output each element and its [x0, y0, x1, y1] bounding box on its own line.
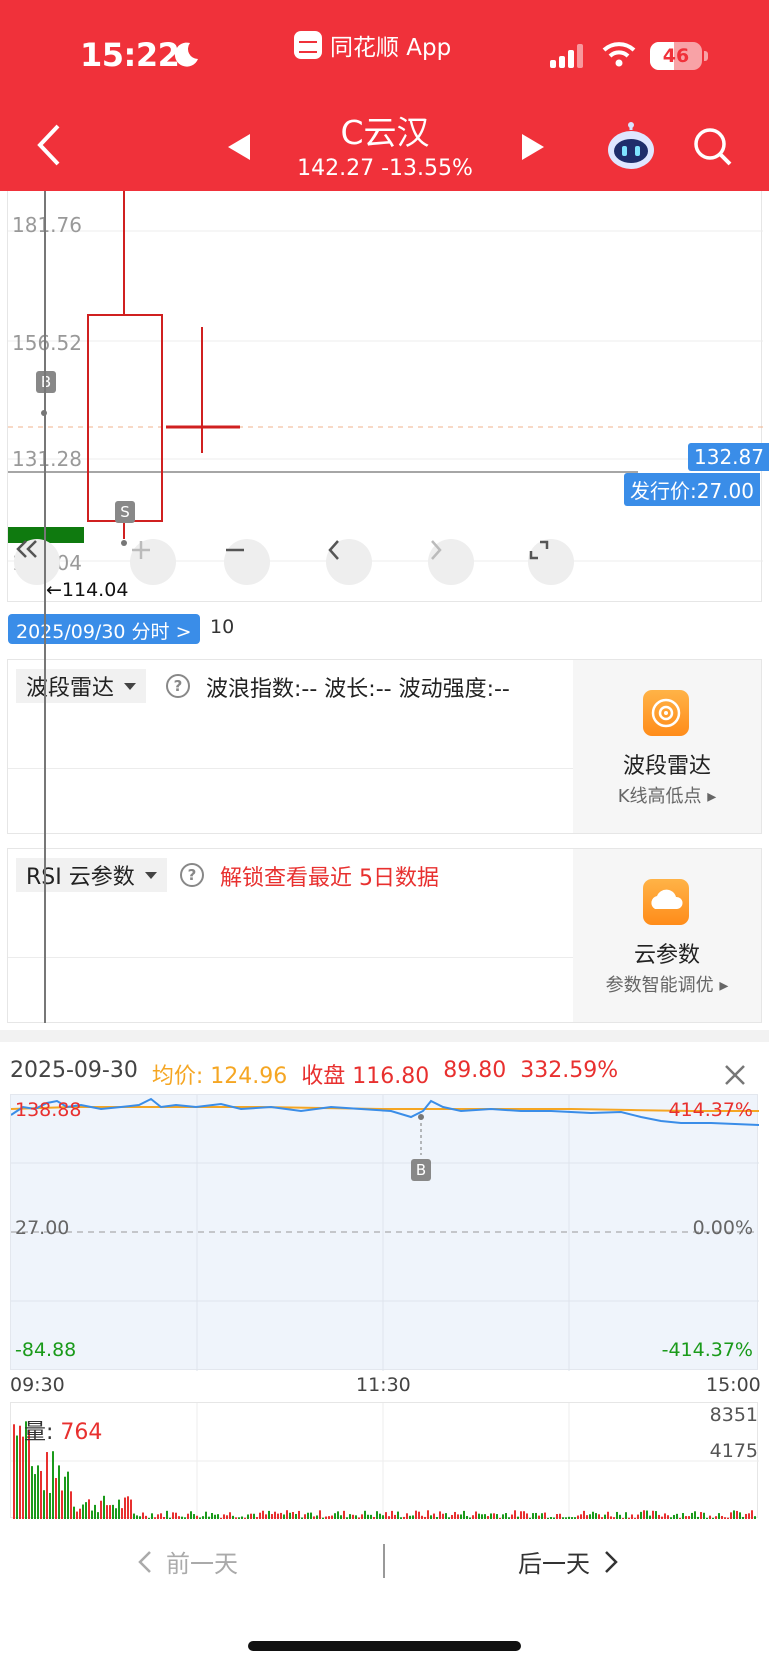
- back-button[interactable]: [30, 122, 70, 168]
- volume-max: 8351: [709, 1404, 758, 1426]
- zoom-in-button[interactable]: [130, 539, 176, 585]
- intraday-chart[interactable]: B 138.88 414.37% 27.00 0.00% -84.88 -414…: [10, 1094, 760, 1371]
- chevron-right-icon: [605, 1550, 618, 1573]
- wifi-icon: [602, 42, 636, 67]
- app-indicator[interactable]: 同花顺 App: [294, 28, 451, 62]
- status-time: 15:22: [80, 36, 180, 74]
- wave-radar-panel: 波段雷达 ? 波浪指数:-- 波长:-- 波动强度:-- 波段雷达 K线高低点 …: [7, 659, 762, 834]
- wave-radar-promo[interactable]: 波段雷达 K线高低点 ▸: [573, 660, 761, 833]
- wave-radar-subtitle: K线高低点 ▸: [617, 786, 717, 807]
- intraday-top-left: 138.88: [15, 1099, 82, 1121]
- next-stock-button[interactable]: [520, 132, 546, 162]
- intraday-close: 收盘 116.80: [301, 1064, 430, 1089]
- wave-stats: 波浪指数:-- 波长:-- 波动强度:--: [206, 677, 510, 702]
- battery-tip: [704, 51, 708, 61]
- moon-icon: [174, 42, 198, 67]
- kline-chart[interactable]: 181.76 156.52 131.28 106.04 B S 132.87 发…: [7, 191, 769, 602]
- y-label-1: 181.76: [12, 213, 82, 237]
- close-icon[interactable]: [722, 1062, 748, 1088]
- section-separator: [0, 1030, 769, 1042]
- day-navigation: 前一天 后一天: [0, 1536, 769, 1586]
- prev-stock-button[interactable]: [226, 132, 252, 162]
- time-label-open: 09:30: [10, 1374, 65, 1396]
- kline-svg: [8, 191, 763, 562]
- home-indicator: [248, 1641, 521, 1651]
- cloud-params-title: 云参数: [633, 943, 700, 968]
- rsi-indicator-dropdown[interactable]: RSI 云参数: [16, 858, 167, 892]
- scroll-left-fast-button[interactable]: [14, 539, 60, 585]
- app-name: 同花顺 App: [330, 35, 452, 61]
- scroll-right-button[interactable]: [428, 539, 474, 585]
- caret-down-icon: [144, 871, 157, 879]
- radar-icon: [643, 690, 689, 736]
- top-bar: 15:22 同花顺 App 46 C云汉 142.27 -13.55%: [0, 0, 769, 191]
- cloud-params-subtitle: 参数智能调优 ▸: [605, 975, 729, 996]
- intraday-header: 2025-09-30 均价: 124.96 收盘 116.80 89.80 33…: [10, 1058, 619, 1089]
- app-logo-icon: [294, 31, 322, 59]
- expand-icon: [529, 540, 549, 560]
- chevron-left-icon: [328, 540, 339, 560]
- next-day-button[interactable]: 后一天: [518, 1544, 618, 1579]
- intraday-mid-left: 27.00: [15, 1217, 70, 1239]
- time-label-noon: 11:30: [356, 1374, 411, 1396]
- buy-marker: B: [411, 1159, 431, 1181]
- low-price-marker: ←114.04: [46, 579, 129, 601]
- help-icon[interactable]: ?: [166, 674, 190, 698]
- time-label-close: 15:00: [706, 1374, 761, 1396]
- volume-label: 量: 764: [24, 1420, 103, 1445]
- volume-svg: [11, 1403, 759, 1519]
- wave-dropdown-label: 波段雷达: [26, 676, 115, 701]
- issue-price-tag: 发行价:27.00: [624, 473, 760, 506]
- intraday-mid-right: 0.00%: [692, 1217, 753, 1239]
- intraday-bottom-left: -84.88: [15, 1339, 77, 1361]
- prev-day-button[interactable]: 前一天: [138, 1544, 238, 1579]
- plus-icon: [132, 541, 150, 559]
- chevron-left-icon: [138, 1550, 151, 1573]
- y-label-3: 131.28: [12, 447, 82, 471]
- intraday-date: 2025-09-30: [10, 1058, 138, 1083]
- rsi-dropdown-label: RSI 云参数: [26, 865, 135, 890]
- chevron-right-icon: [431, 540, 442, 560]
- volume-mid: 4175: [709, 1440, 758, 1462]
- intraday-top-right: 414.37%: [668, 1099, 753, 1121]
- candle-1: [87, 314, 163, 522]
- buy-marker: B: [36, 371, 56, 393]
- prev-day-label: 前一天: [166, 1550, 238, 1578]
- fullscreen-button[interactable]: [528, 539, 574, 585]
- date-tail: 10: [210, 616, 235, 638]
- wave-indicator-dropdown[interactable]: 波段雷达: [16, 669, 147, 703]
- volume-chart: [10, 1402, 759, 1519]
- crosshair-vertical: [44, 191, 46, 1023]
- intraday-change: 89.80: [443, 1058, 507, 1083]
- robot-assistant-icon[interactable]: [604, 122, 658, 172]
- rsi-panel: RSI 云参数 ? 解锁查看最近 5日数据 云参数 参数智能调优 ▸: [7, 848, 762, 1023]
- cloud-params-promo[interactable]: 云参数 参数智能调优 ▸: [573, 849, 761, 1022]
- zoom-out-button[interactable]: [224, 539, 270, 585]
- next-day-label: 后一天: [518, 1550, 590, 1578]
- sell-marker: S: [115, 501, 135, 523]
- caret-down-icon: [124, 682, 137, 690]
- stock-price-change: 142.27 -13.55%: [297, 156, 473, 181]
- volume-value: 764: [60, 1420, 103, 1445]
- intraday-change-pct: 332.59%: [520, 1058, 619, 1083]
- search-icon[interactable]: [692, 126, 734, 168]
- last-price-tag: 132.87: [688, 443, 769, 471]
- help-icon[interactable]: ?: [180, 863, 204, 887]
- intraday-bottom-right: -414.37%: [661, 1339, 753, 1361]
- nav-divider: [383, 1544, 385, 1578]
- double-chevron-left-icon: [16, 540, 37, 558]
- scroll-left-button[interactable]: [326, 539, 372, 585]
- battery-indicator: 46: [650, 42, 702, 70]
- cloud-icon: [643, 879, 689, 925]
- price-line: [10, 1097, 760, 1126]
- date-intraday-tag[interactable]: 2025/09/30 分时 >: [8, 614, 200, 644]
- unlock-link[interactable]: 解锁查看最近 5日数据: [220, 860, 439, 892]
- intraday-svg: [10, 1095, 760, 1371]
- y-label-2: 156.52: [12, 331, 82, 355]
- wave-radar-title: 波段雷达: [622, 754, 711, 779]
- intraday-avg-price: 均价: 124.96: [151, 1064, 288, 1089]
- minus-icon: [226, 548, 244, 552]
- stock-name: C云汉: [340, 113, 430, 152]
- signal-icon: [550, 44, 583, 68]
